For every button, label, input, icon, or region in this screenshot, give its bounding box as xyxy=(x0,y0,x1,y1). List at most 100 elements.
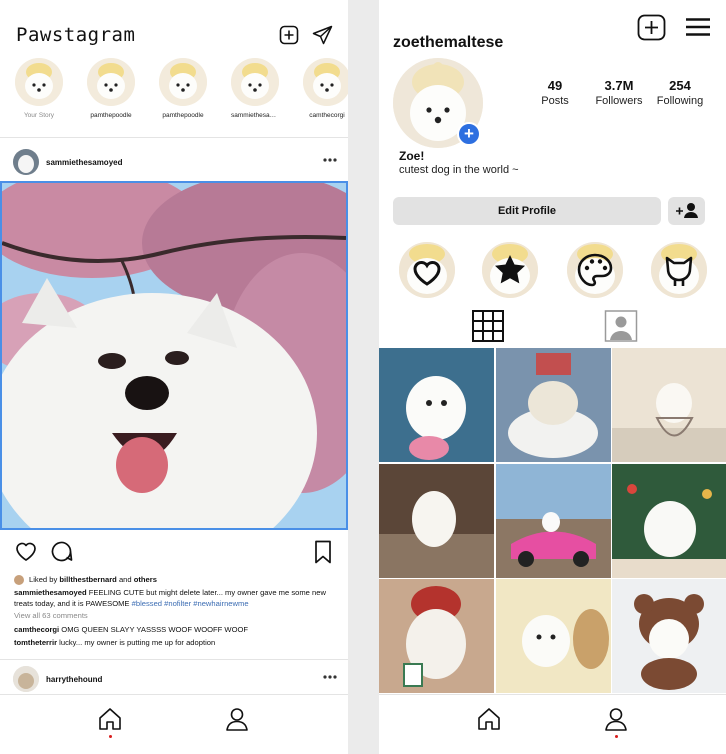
story-item[interactable]: pamthepoodle xyxy=(159,58,231,134)
caption-hashtags[interactable]: #blessed #nofilter #newhairnewme xyxy=(132,599,249,608)
story-highlight[interactable] xyxy=(482,242,538,298)
new-post-button[interactable] xyxy=(279,25,303,49)
stat-following[interactable]: 254 Following xyxy=(650,78,710,107)
story-avatar xyxy=(15,58,63,106)
liked-user[interactable]: billthestbernard xyxy=(59,575,116,585)
bottom-nav xyxy=(379,694,726,754)
next-post-header: harrythehound xyxy=(13,666,338,692)
like-button[interactable] xyxy=(14,540,38,562)
comment-username[interactable]: tomtheterrir xyxy=(14,638,57,647)
post-username[interactable]: sammiethesamoyed xyxy=(46,158,122,167)
samoyed-photo xyxy=(2,183,346,528)
story-highlight[interactable] xyxy=(399,242,455,298)
add-story-button[interactable]: + xyxy=(457,122,481,146)
menu-button[interactable] xyxy=(685,17,711,37)
plus-icon: + xyxy=(464,124,474,143)
post-header: sammiethesamoyed xyxy=(13,149,338,175)
grid-post[interactable] xyxy=(379,463,494,578)
ellipsis-icon xyxy=(323,158,337,162)
more-options-button[interactable] xyxy=(322,157,338,165)
grid-post[interactable] xyxy=(612,463,726,578)
liked-and: and xyxy=(118,575,132,584)
palette-icon xyxy=(577,253,613,287)
comment-text: OMG QUEEN SLAYY YASSSS WOOF WOOFF WOOF xyxy=(61,625,249,634)
comment-username[interactable]: camthecorgi xyxy=(14,625,59,634)
story-highlight[interactable] xyxy=(651,242,707,298)
stat-label: Following xyxy=(656,95,704,107)
story-highlight[interactable] xyxy=(567,242,623,298)
comment-item: camthecorgi OMG QUEEN SLAYY YASSSS WOOF … xyxy=(14,625,336,635)
star-icon xyxy=(495,255,525,284)
stat-followers[interactable]: 3.7M Followers xyxy=(589,78,649,107)
home-icon xyxy=(99,708,121,730)
stories-bar: Your Story pamthepoodle pamthepoodle sam… xyxy=(0,58,348,134)
post-actions xyxy=(14,540,334,566)
avatar[interactable] xyxy=(13,666,39,692)
grid-post[interactable] xyxy=(379,579,494,693)
tab-posts-grid[interactable] xyxy=(471,309,505,343)
new-post-button[interactable] xyxy=(637,14,666,41)
stat-posts[interactable]: 49 Posts xyxy=(525,78,585,107)
more-options-button[interactable] xyxy=(322,674,338,682)
grid-post[interactable] xyxy=(495,579,611,693)
story-label: pamthepoodle xyxy=(162,112,204,119)
liked-prefix: Liked by xyxy=(29,575,58,584)
story-avatar xyxy=(231,58,279,106)
comment-button[interactable] xyxy=(50,540,73,563)
story-item[interactable]: sammiethesamoyed xyxy=(231,58,303,134)
user-icon xyxy=(226,708,248,731)
story-item[interactable]: pamthepoodle xyxy=(87,58,159,134)
comment-text: lucky... my owner is putting me up for a… xyxy=(59,638,216,648)
edit-profile-button[interactable]: Edit Profile xyxy=(393,197,661,225)
display-name: Zoe! xyxy=(399,149,425,163)
story-avatar xyxy=(159,58,207,106)
story-item[interactable]: camthecorgi xyxy=(303,58,348,134)
cat-icon xyxy=(665,256,693,286)
stat-label: Posts xyxy=(541,95,569,107)
story-label: camthecorgi xyxy=(309,112,345,119)
profile-username: zoethemaltese xyxy=(393,34,504,51)
direct-message-button[interactable] xyxy=(312,25,336,49)
profile-tab[interactable] xyxy=(603,706,629,732)
home-icon xyxy=(478,708,500,730)
grid-post[interactable] xyxy=(612,348,726,462)
app-logo: Pawstagram xyxy=(16,24,136,46)
caption-username[interactable]: sammiethesamoyed xyxy=(14,588,87,597)
stat-value: 3.7M xyxy=(604,78,634,93)
likes-summary: Liked by billthestbernard and others xyxy=(14,575,336,586)
grid-post[interactable] xyxy=(495,348,611,462)
post-photo[interactable] xyxy=(0,181,348,530)
grid-post[interactable] xyxy=(379,348,494,462)
grid-post[interactable] xyxy=(612,579,726,693)
post-username[interactable]: harrythehound xyxy=(46,675,102,684)
bookmark-button[interactable] xyxy=(314,540,332,564)
feed-screen: Pawstagram Your Story pamthepoodle pamth… xyxy=(0,0,348,754)
active-indicator xyxy=(615,735,618,738)
grid-post[interactable] xyxy=(495,463,611,578)
post-details: Liked by billthestbernard and others sam… xyxy=(14,575,336,649)
comment-icon xyxy=(51,541,73,562)
profile-screen: zoethemaltese + 49 Posts 3.7M Followers … xyxy=(379,0,726,754)
story-label: pamthepoodle xyxy=(90,112,132,119)
story-item[interactable]: Your Story xyxy=(15,58,87,134)
stat-value: 254 xyxy=(669,78,691,93)
stat-value: 49 xyxy=(547,78,563,93)
grid-icon xyxy=(472,310,504,342)
divider xyxy=(0,137,348,138)
plus-square-icon xyxy=(279,25,299,45)
liked-others[interactable]: others xyxy=(134,575,157,585)
caption: sammiethesamoyed FEELING CUTE but might … xyxy=(14,588,336,609)
view-all-comments-link[interactable]: View all 63 comments xyxy=(14,611,336,621)
tab-tagged[interactable] xyxy=(604,309,638,343)
bio: cutest dog in the world ~ xyxy=(399,164,519,176)
heart-icon xyxy=(413,260,441,286)
stat-label: Followers xyxy=(595,95,643,107)
divider xyxy=(0,659,348,660)
profile-tab[interactable] xyxy=(224,706,250,732)
avatar[interactable] xyxy=(13,149,39,175)
home-tab[interactable] xyxy=(97,706,123,732)
send-icon xyxy=(312,25,333,45)
discover-people-button[interactable] xyxy=(668,197,705,225)
home-tab[interactable] xyxy=(476,706,502,732)
story-avatar xyxy=(303,58,348,106)
